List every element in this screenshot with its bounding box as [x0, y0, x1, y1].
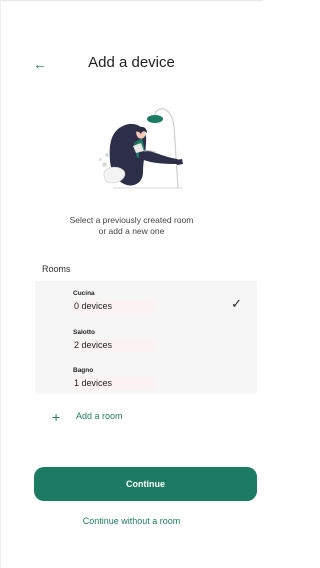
left-border	[0, 0, 1, 568]
room-count-box: 1 devices	[72, 377, 156, 390]
room-name: Salotto	[73, 329, 96, 336]
rooms-list: Cucina 0 devices ✓ Salotto 2 devices Bag…	[35, 281, 257, 394]
plus-icon: +	[52, 409, 61, 425]
room-item-salotto[interactable]: Salotto 2 devices	[35, 325, 257, 361]
add-room-label: Add a room	[76, 411, 123, 421]
top-border	[0, 0, 263, 1]
intro-text: Select a previously created room or add …	[40, 215, 223, 237]
intro-line-1: Select a previously created room	[69, 215, 194, 225]
room-count-box: 2 devices	[72, 339, 156, 352]
check-icon: ✓	[231, 296, 242, 311]
person-reading-illustration	[99, 108, 183, 189]
room-device-count: 1 devices	[74, 378, 113, 388]
room-device-count: 0 devices	[74, 301, 113, 311]
room-count-box: 0 devices	[72, 300, 156, 313]
continue-button[interactable]: Continue	[34, 467, 257, 501]
room-item-cucina[interactable]: Cucina 0 devices ✓	[35, 286, 257, 322]
room-name: Bagno	[73, 367, 94, 374]
intro-line-2: or add a new one	[98, 226, 165, 236]
header: ← Add a device	[0, 52, 263, 76]
room-item-bagno[interactable]: Bagno 1 devices	[35, 363, 257, 399]
rooms-label: Rooms	[42, 264, 71, 274]
room-device-count: 2 devices	[74, 340, 113, 350]
continue-without-room-link[interactable]: Continue without a room	[0, 516, 263, 526]
add-device-screen: ← Add a device Select a previously creat…	[0, 0, 263, 568]
page-title: Add a device	[88, 54, 175, 71]
room-name: Cucina	[73, 290, 95, 297]
